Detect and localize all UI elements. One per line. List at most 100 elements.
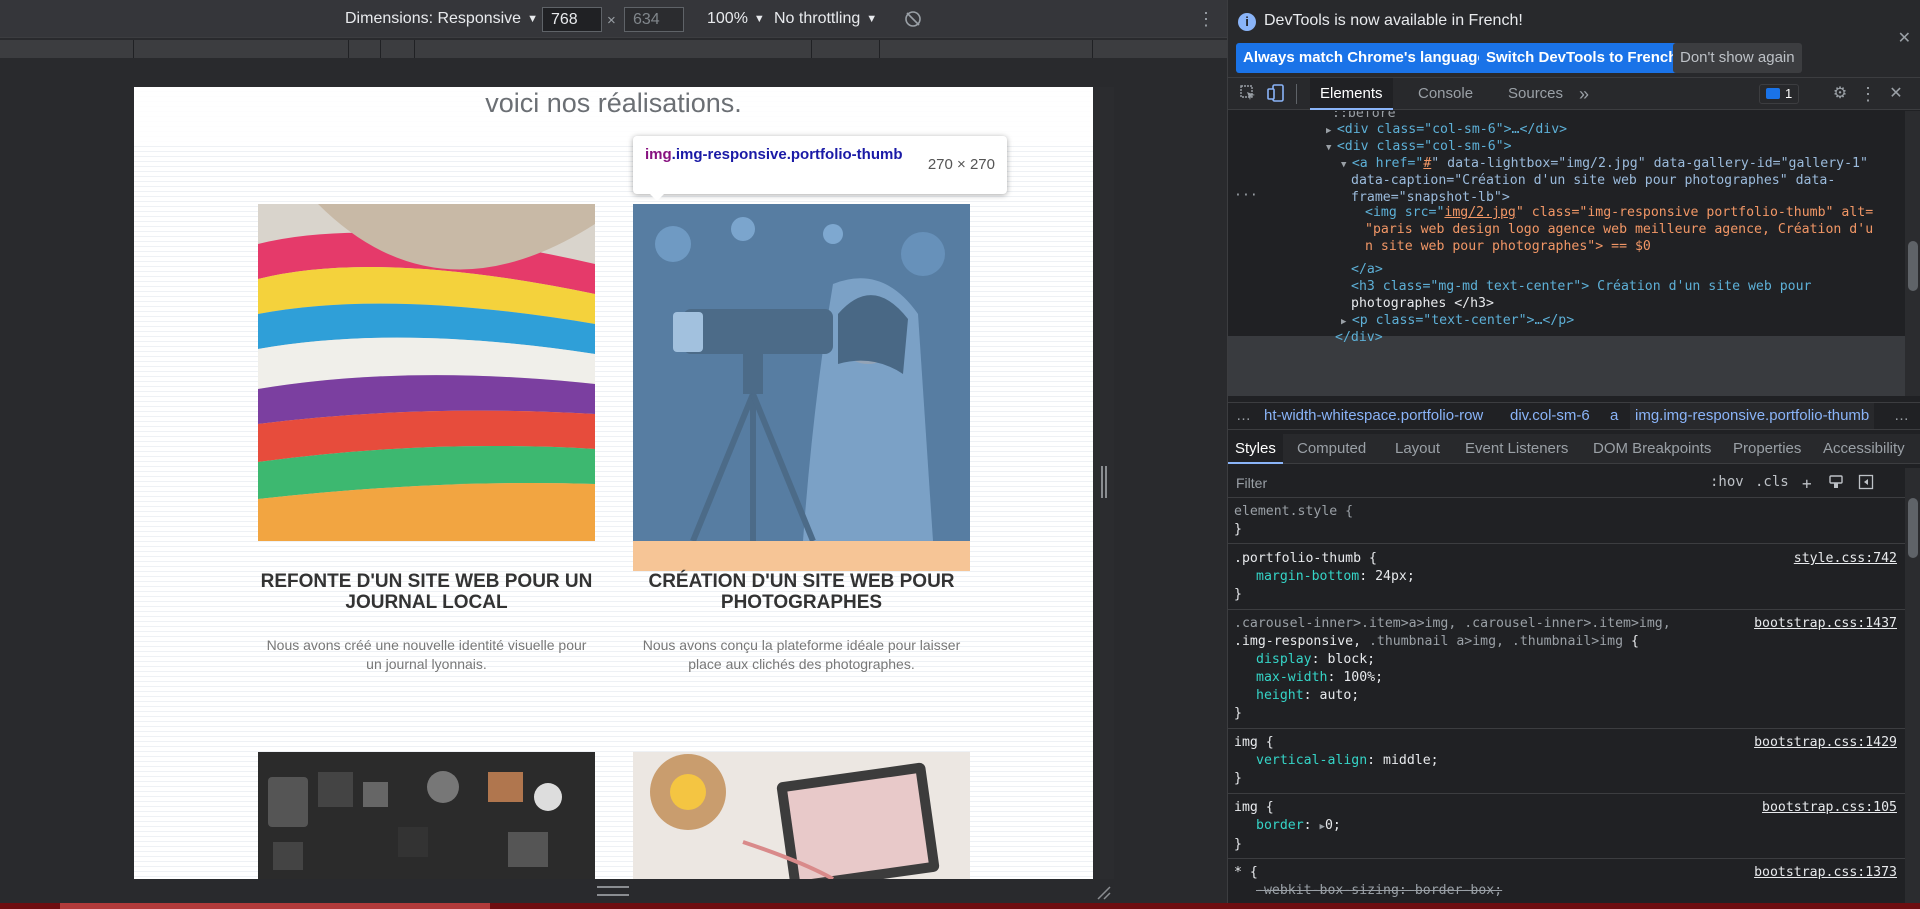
dom-text: <div class="col-sm-6">…</div> <box>1336 122 1568 137</box>
tab-styles[interactable]: Styles <box>1228 434 1283 464</box>
throttling-dropdown[interactable]: No throttling ▼ <box>774 9 877 29</box>
dom-line[interactable]: </div> <box>1335 329 1905 346</box>
breadcrumb-item-selected[interactable]: img.img-responsive.portfolio-thumb <box>1630 403 1875 429</box>
zoom-dropdown[interactable]: 100% ▼ <box>707 9 765 29</box>
portfolio-thumb-magazines[interactable] <box>258 204 595 541</box>
dimensions-dropdown[interactable]: Dimensions: Responsive ▼ <box>345 9 538 29</box>
style-property[interactable]: vertical-align: middle; <box>1234 752 1899 770</box>
ruler-segment[interactable] <box>134 40 349 58</box>
ruler-segment[interactable] <box>812 40 880 58</box>
emulated-viewport[interactable]: voici nos réalisations. REFONTE D'UN SIT… <box>134 87 1093 879</box>
dom-line[interactable]: <h3 class="mg-md text-center"> Création … <box>1351 278 1905 295</box>
property-name: border <box>1256 818 1304 833</box>
style-property[interactable]: height: auto; <box>1234 687 1899 705</box>
height-input[interactable] <box>624 7 684 32</box>
dom-link[interactable]: img/2.jpg <box>1444 205 1515 220</box>
dom-gutter-ellipsis[interactable]: ··· <box>1234 187 1905 204</box>
gear-icon[interactable]: ⚙ <box>1830 84 1850 104</box>
portfolio-thumb-tablet[interactable] <box>633 752 970 879</box>
resize-handle-corner[interactable] <box>1095 884 1111 900</box>
tab-console[interactable]: Console <box>1408 78 1483 110</box>
ruler-segment[interactable] <box>880 40 1093 58</box>
ruler-segment[interactable] <box>381 40 415 58</box>
breadcrumb-overflow[interactable]: … <box>1236 403 1251 429</box>
ruler-segment[interactable] <box>349 40 381 58</box>
tab-computed[interactable]: Computed <box>1290 434 1373 464</box>
card-text: Nous avons conçu la plateforme idéale po… <box>642 637 961 672</box>
collapse-triangle-icon[interactable]: ▼ <box>1341 160 1352 170</box>
tab-properties[interactable]: Properties <box>1726 434 1808 464</box>
tab-sources[interactable]: Sources <box>1498 78 1573 110</box>
style-rule[interactable]: * { bootstrap.css:1373 -webkit-box-sizin… <box>1228 860 1905 903</box>
breadcrumb-item[interactable]: ht-width-whitespace.portfolio-row <box>1264 403 1483 429</box>
card-title: CRÉATION D'UN SITE WEB POUR PHOTOGRAPHES <box>648 571 955 613</box>
pseudo-before: ::before <box>1332 111 1396 121</box>
element-margin-highlight <box>633 541 970 571</box>
style-property[interactable]: -webkit-box-sizing: border-box; <box>1234 882 1899 900</box>
breadcrumb-overflow[interactable]: … <box>1894 403 1909 429</box>
device-toolbar-icon[interactable] <box>1266 84 1286 104</box>
breadcrumb: … ht-width-whitespace.portfolio-row div.… <box>1228 402 1920 430</box>
style-rule[interactable]: img { bootstrap.css:1429 vertical-align:… <box>1228 730 1905 794</box>
inspect-element-icon[interactable] <box>1238 84 1258 104</box>
style-rule[interactable]: img { bootstrap.css:105 border: ▶0; } <box>1228 795 1905 859</box>
tab-dom-breakpoints[interactable]: DOM Breakpoints <box>1586 434 1718 464</box>
style-property[interactable]: display: block; <box>1234 651 1899 669</box>
tab-accessibility[interactable]: Accessibility <box>1816 434 1912 464</box>
expand-triangle-icon[interactable]: ▶ <box>1341 317 1352 327</box>
dom-line[interactable]: n site web pour photographes"> == $0 <box>1365 238 1905 255</box>
always-match-language-button[interactable]: Always match Chrome's language <box>1236 43 1493 73</box>
rule-source-link[interactable]: bootstrap.css:1437 <box>1754 615 1897 633</box>
rule-source-link[interactable]: bootstrap.css:105 <box>1762 799 1897 817</box>
tab-layout[interactable]: Layout <box>1388 434 1447 464</box>
ruler-segment[interactable] <box>0 40 134 58</box>
close-devtools-icon[interactable]: ✕ <box>1886 84 1906 104</box>
hov-toggle[interactable]: :hov <box>1710 474 1744 490</box>
rendering-emulation-icon[interactable] <box>1828 474 1844 494</box>
tab-elements[interactable]: Elements <box>1310 78 1393 110</box>
dom-tree[interactable]: ::before ▶ <div class="col-sm-6">…</div>… <box>1228 111 1905 396</box>
style-property[interactable]: max-width: 100%; <box>1234 669 1899 687</box>
switch-to-french-button[interactable]: Switch DevTools to French <box>1479 43 1685 73</box>
expand-triangle-icon[interactable]: ▶ <box>1326 126 1337 136</box>
style-rule[interactable]: element.style { } <box>1228 499 1905 544</box>
rule-source-link[interactable]: bootstrap.css:1429 <box>1754 734 1897 752</box>
dont-show-again-button[interactable]: Don't show again <box>1673 43 1802 73</box>
dom-scrollbar[interactable] <box>1905 111 1920 396</box>
breadcrumb-item[interactable]: div.col-sm-6 <box>1510 403 1590 429</box>
cls-toggle[interactable]: .cls <box>1755 474 1789 490</box>
resize-handle-right[interactable] <box>1101 466 1107 498</box>
dom-line[interactable]: </a> <box>1351 261 1905 278</box>
zoom-label: 100% <box>707 10 748 27</box>
dom-line[interactable]: <img src="img/2.jpg" class="img-responsi… <box>1365 204 1905 221</box>
style-property[interactable]: margin-bottom: 24px; <box>1234 568 1899 586</box>
styles-pane[interactable]: element.style { } .portfolio-thumb { sty… <box>1228 499 1905 903</box>
property-name: height <box>1256 688 1304 703</box>
dom-line[interactable]: photographes </h3> <box>1351 295 1905 312</box>
more-tabs-icon[interactable]: » <box>1574 84 1594 104</box>
style-property[interactable]: border: ▶0; <box>1234 817 1899 836</box>
resize-handle-bottom[interactable] <box>597 886 629 896</box>
rotate-icon[interactable] <box>904 10 922 30</box>
tab-event-listeners[interactable]: Event Listeners <box>1458 434 1575 464</box>
rule-source-link[interactable]: style.css:742 <box>1794 550 1897 568</box>
width-input[interactable] <box>542 7 602 32</box>
new-style-rule-icon[interactable]: + <box>1802 474 1812 493</box>
styles-filter-input[interactable] <box>1234 472 1699 494</box>
toggle-sidebar-icon[interactable] <box>1858 474 1874 494</box>
breadcrumb-item[interactable]: a <box>1610 403 1618 429</box>
ruler-segment[interactable] <box>415 40 812 58</box>
dom-scrollbar-thumb[interactable] <box>1908 241 1918 291</box>
close-icon[interactable]: ✕ <box>1898 28 1911 48</box>
portfolio-thumb-gear[interactable] <box>258 752 595 879</box>
more-options-icon[interactable]: ⋮ <box>1197 9 1215 29</box>
style-rule[interactable]: .carousel-inner>.item>a>img, .carousel-i… <box>1228 611 1905 729</box>
collapse-triangle-icon[interactable]: ▼ <box>1326 143 1337 153</box>
issues-badge[interactable]: 1 <box>1759 84 1800 104</box>
styles-scrollbar[interactable] <box>1905 468 1920 903</box>
styles-scrollbar-thumb[interactable] <box>1908 498 1918 558</box>
style-rule[interactable]: .portfolio-thumb { style.css:742 margin-… <box>1228 546 1905 610</box>
rule-source-link[interactable]: bootstrap.css:1373 <box>1754 864 1897 882</box>
dom-line[interactable]: "paris web design logo agence web meille… <box>1365 221 1905 238</box>
more-options-icon[interactable]: ⋮ <box>1858 84 1878 104</box>
